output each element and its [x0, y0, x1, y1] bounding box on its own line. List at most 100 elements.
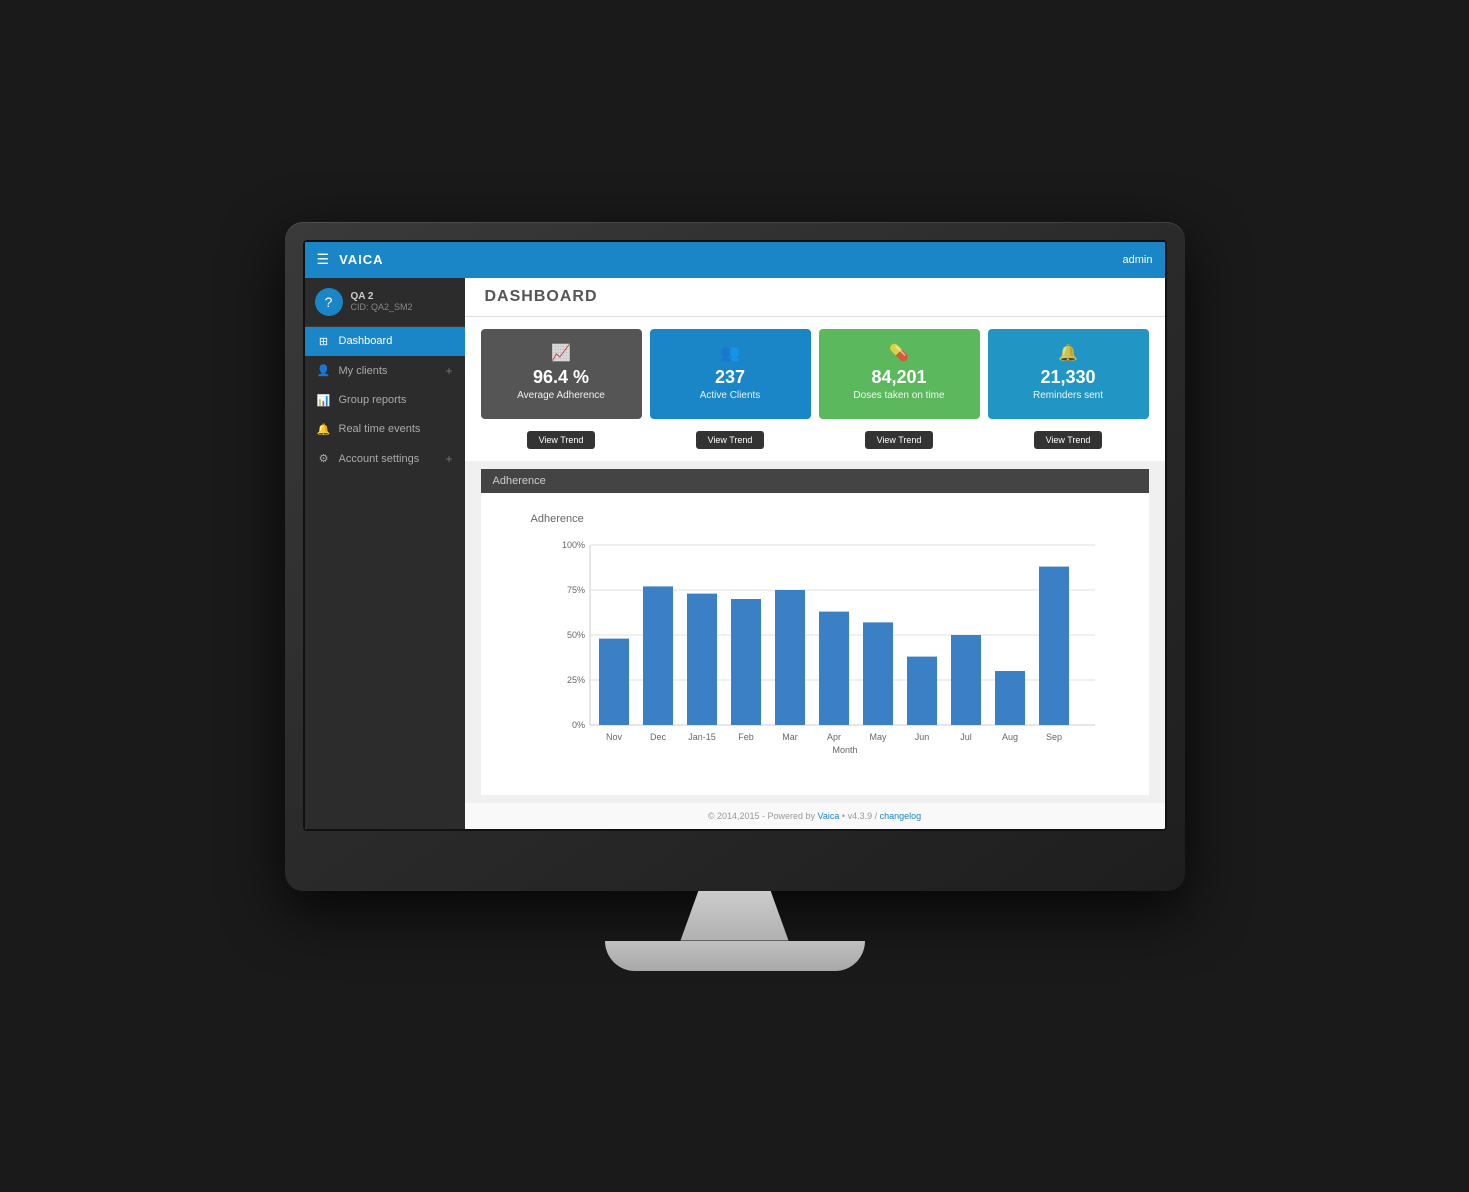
view-trend-btn-adherence[interactable]: View Trend [527, 431, 596, 449]
screen: ☰ VAICA admin ? QA 2 [303, 240, 1167, 831]
top-nav: ☰ VAICA admin [305, 242, 1165, 278]
sidebar-item-label-reports: Group reports [339, 394, 407, 406]
chart-area: 100% 75% 50% 25% 0% [541, 535, 1129, 755]
top-nav-left: ☰ VAICA [317, 251, 384, 268]
sidebar-user: ? QA 2 CID: QA2_SM2 [305, 278, 465, 327]
x-label-dec: Dec [649, 732, 666, 742]
y-label-100: 100% [561, 540, 584, 550]
monitor-wrapper: ☰ VAICA admin ? QA 2 [285, 222, 1185, 971]
my-clients-icon: 👤 [317, 364, 331, 377]
user-cid: CID: QA2_SM2 [351, 302, 413, 312]
chart-title: Adherence [531, 513, 1129, 525]
bar-aug [995, 671, 1025, 725]
doses-icon: 💊 [889, 343, 909, 363]
plus-icon-settings[interactable]: + [445, 452, 452, 466]
x-label-may: May [869, 732, 887, 742]
x-label-nov: Nov [605, 732, 622, 742]
btn-cell-clients: View Trend [650, 431, 811, 449]
chart-section-label: Adherence [493, 475, 546, 487]
footer-text: © 2014,2015 - Powered by [708, 811, 818, 821]
bar-feb [731, 599, 761, 725]
main-layout: ? QA 2 CID: QA2_SM2 ⊞ Dashbo [305, 278, 1165, 829]
adherence-value: 96.4 % [533, 367, 589, 388]
sidebar-nav: ⊞ Dashboard 👤 My clients + [305, 327, 465, 829]
page-title: DASHBOARD [485, 288, 598, 305]
stat-card-doses: 💊 84,201 Doses taken on time [819, 329, 980, 419]
btn-cell-reminders: View Trend [988, 431, 1149, 449]
sidebar-item-label-events: Real time events [339, 423, 421, 435]
user-info: QA 2 CID: QA2_SM2 [351, 291, 413, 312]
plus-icon[interactable]: + [445, 364, 452, 378]
adherence-label: Average Adherence [517, 390, 605, 401]
reminders-icon: 🔔 [1058, 343, 1078, 363]
x-label-mar: Mar [782, 732, 798, 742]
app: ☰ VAICA admin ? QA 2 [305, 242, 1165, 829]
view-trend-btn-doses[interactable]: View Trend [865, 431, 934, 449]
doses-label: Doses taken on time [853, 390, 944, 401]
real-time-icon: 🔔 [317, 423, 331, 436]
btn-cell-doses: View Trend [819, 431, 980, 449]
app-footer: © 2014,2015 - Powered by Vaica • v4.3.9 … [465, 803, 1165, 829]
bar-jul [951, 635, 981, 725]
sidebar-item-group-reports[interactable]: 📊 Group reports [305, 386, 465, 415]
x-axis-title: Month [832, 745, 857, 755]
sidebar-item-left: 🔔 Real time events [317, 423, 421, 436]
x-label-jun: Jun [914, 732, 929, 742]
bar-jan [687, 593, 717, 724]
group-reports-icon: 📊 [317, 394, 331, 407]
bar-may [863, 622, 893, 725]
adherence-icon: 📈 [551, 343, 571, 363]
stat-card-adherence: 📈 96.4 % Average Adherence [481, 329, 642, 419]
y-label-75: 75% [566, 585, 584, 595]
sidebar-item-label-clients: My clients [339, 365, 388, 377]
sidebar-item-left: 👤 My clients [317, 364, 388, 377]
avatar-icon: ? [325, 294, 333, 310]
sidebar-item-left: ⚙ Account settings [317, 452, 420, 465]
y-label-0: 0% [571, 720, 584, 730]
monitor-bezel: ☰ VAICA admin ? QA 2 [285, 222, 1185, 891]
sidebar-item-label-dashboard: Dashboard [339, 335, 393, 347]
hamburger-icon[interactable]: ☰ [317, 251, 330, 268]
sidebar-item-dashboard[interactable]: ⊞ Dashboard [305, 327, 465, 356]
stats-row: 📈 96.4 % Average Adherence 👥 237 Active … [465, 317, 1165, 431]
chart-header: Adherence [481, 469, 1149, 493]
y-label-50: 50% [566, 630, 584, 640]
chart-container: Adherence [481, 493, 1149, 795]
sidebar-item-left: ⊞ Dashboard [317, 335, 393, 348]
x-label-jan: Jan-15 [688, 732, 716, 742]
footer-changelog-link[interactable]: changelog [880, 811, 922, 821]
settings-icon: ⚙ [317, 452, 331, 465]
stat-card-reminders: 🔔 21,330 Reminders sent [988, 329, 1149, 419]
monitor-stand-neck [675, 891, 795, 941]
footer-vaica-link[interactable]: Vaica [818, 811, 840, 821]
view-trend-btn-clients[interactable]: View Trend [696, 431, 765, 449]
reminders-value: 21,330 [1040, 367, 1095, 388]
view-trend-btn-reminders[interactable]: View Trend [1034, 431, 1103, 449]
bar-dec [643, 586, 673, 725]
stat-card-clients: 👥 237 Active Clients [650, 329, 811, 419]
dashboard-icon: ⊞ [317, 335, 331, 348]
bar-nov [599, 638, 629, 724]
x-label-feb: Feb [738, 732, 754, 742]
nav-user-role: admin [1123, 254, 1153, 266]
bar-sep [1039, 566, 1069, 724]
clients-icon: 👥 [720, 343, 740, 363]
monitor-stand-base [605, 941, 865, 971]
btn-cell-adherence: View Trend [481, 431, 642, 449]
stat-btn-row: View Trend View Trend View Trend View Tr… [465, 431, 1165, 461]
sidebar-item-account-settings[interactable]: ⚙ Account settings + [305, 444, 465, 474]
page-header: DASHBOARD [465, 278, 1165, 317]
sidebar-item-my-clients[interactable]: 👤 My clients + [305, 356, 465, 386]
sidebar-item-left: 📊 Group reports [317, 394, 407, 407]
bar-apr [819, 611, 849, 724]
brand-label: VAICA [339, 252, 383, 267]
clients-label: Active Clients [700, 390, 761, 401]
bar-jun [907, 656, 937, 724]
x-label-apr: Apr [826, 732, 840, 742]
y-label-25: 25% [566, 675, 584, 685]
clients-value: 237 [715, 367, 745, 388]
sidebar-item-real-time-events[interactable]: 🔔 Real time events [305, 415, 465, 444]
bar-mar [775, 590, 805, 725]
reminders-label: Reminders sent [1033, 390, 1103, 401]
footer-version: • v4.3.9 / [842, 811, 880, 821]
